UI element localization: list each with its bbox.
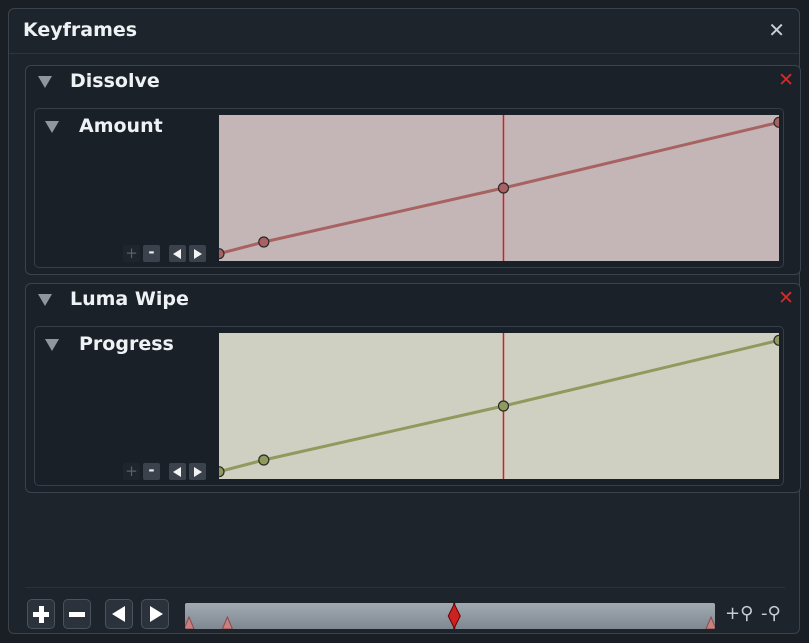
arrow-right-icon	[194, 249, 202, 259]
keyframe-controls: + -	[123, 463, 206, 481]
collapse-triangle-icon[interactable]	[45, 121, 59, 133]
keyframe-point[interactable]	[773, 116, 779, 128]
arrow-right-icon	[150, 606, 163, 622]
add-keyframe-button[interactable]: +	[123, 245, 140, 262]
zoom-in-icon[interactable]: +⚲	[725, 603, 753, 624]
prev-keyframe-button[interactable]	[169, 463, 186, 480]
param-title: Progress	[79, 333, 174, 355]
collapse-triangle-icon[interactable]	[45, 339, 59, 351]
remove-keyframe-toolbar-button[interactable]	[63, 599, 91, 629]
remove-keyframe-button[interactable]: -	[143, 245, 160, 262]
arrow-right-icon	[194, 467, 202, 477]
timeline-keyframe-marker	[185, 615, 195, 629]
param-amount: Amount + -	[34, 108, 784, 268]
next-keyframe-toolbar-button[interactable]	[141, 599, 169, 629]
arrow-left-icon	[112, 606, 125, 622]
remove-keyframe-button[interactable]: -	[143, 463, 160, 480]
arrow-left-icon	[173, 249, 181, 259]
group-title: Dissolve	[70, 70, 160, 92]
zoom-out-icon[interactable]: -⚲	[761, 603, 781, 624]
param-progress: Progress + -	[34, 326, 784, 486]
effect-group-dissolve: Dissolve ✕ Amount + -	[25, 65, 801, 275]
arrow-left-icon	[173, 467, 181, 477]
keyframe-graph[interactable]	[219, 115, 779, 261]
keyframe-point[interactable]	[219, 466, 225, 478]
keyframes-panel: Keyframes ✕ Dissolve ✕ Amount + - Luma W…	[8, 8, 801, 634]
prev-keyframe-toolbar-button[interactable]	[105, 599, 133, 629]
panel-titlebar: Keyframes ✕	[9, 9, 799, 54]
timeline-scrubber[interactable]	[185, 603, 715, 629]
timeline-keyframe-marker	[221, 615, 233, 629]
keyframe-point[interactable]	[219, 248, 225, 260]
timeline-playhead-handle[interactable]	[447, 603, 461, 629]
prev-keyframe-button[interactable]	[169, 245, 186, 262]
close-icon[interactable]: ✕	[768, 18, 785, 42]
next-keyframe-button[interactable]	[189, 245, 206, 262]
next-keyframe-button[interactable]	[189, 463, 206, 480]
group-title: Luma Wipe	[70, 288, 189, 310]
param-title: Amount	[79, 115, 163, 137]
toolbar-divider	[25, 587, 785, 588]
keyframe-point[interactable]	[258, 454, 270, 466]
add-keyframe-button[interactable]: +	[123, 463, 140, 480]
panel-title: Keyframes	[23, 19, 138, 41]
collapse-triangle-icon[interactable]	[38, 76, 52, 88]
group-header: Dissolve ✕	[26, 66, 800, 98]
keyframe-point[interactable]	[497, 400, 510, 412]
remove-effect-icon[interactable]: ✕	[778, 69, 794, 91]
add-keyframe-toolbar-button[interactable]	[27, 599, 55, 629]
plus-icon-stem	[39, 606, 44, 623]
collapse-triangle-icon[interactable]	[38, 294, 52, 306]
keyframe-point[interactable]	[497, 182, 510, 194]
keyframe-graph[interactable]	[219, 333, 779, 479]
keyframe-point[interactable]	[258, 236, 270, 248]
effect-group-luma-wipe: Luma Wipe ✕ Progress + -	[25, 283, 801, 493]
minus-icon	[69, 612, 85, 617]
remove-effect-icon[interactable]: ✕	[778, 287, 794, 309]
keyframe-controls: + -	[123, 245, 206, 263]
keyframe-point[interactable]	[773, 334, 779, 346]
group-header: Luma Wipe ✕	[26, 284, 800, 316]
timeline-keyframe-marker	[705, 615, 715, 629]
